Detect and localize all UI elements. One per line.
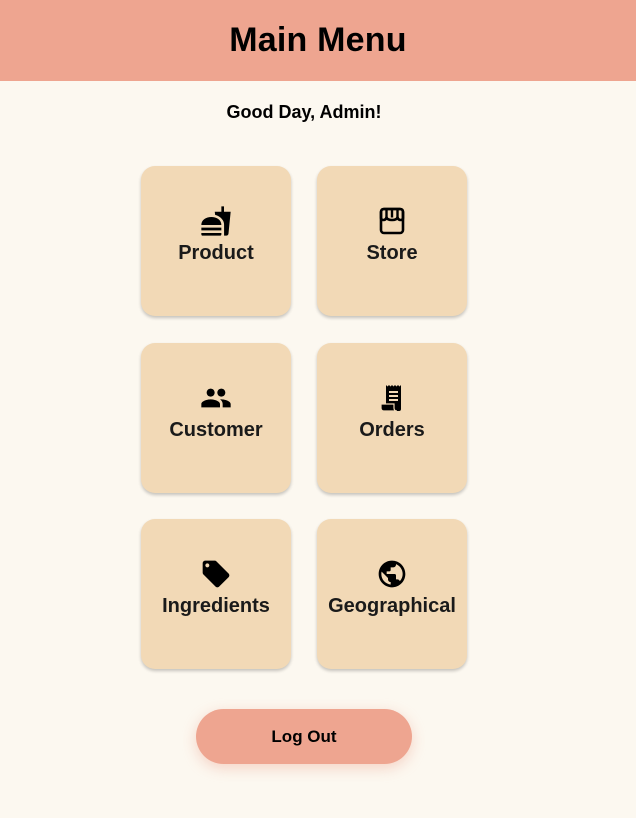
storefront-icon <box>375 204 409 238</box>
menu-tile-label: Product <box>178 242 254 264</box>
globe-icon <box>375 557 409 591</box>
logout-button[interactable]: Log Out <box>196 709 412 764</box>
menu-tile-label: Orders <box>359 419 425 441</box>
greeting-text: Good Day, Admin! <box>226 102 382 122</box>
menu-tile-orders[interactable]: Orders <box>317 343 467 493</box>
menu-tile-geographical[interactable]: Geographical <box>317 519 467 669</box>
menu-tile-product[interactable]: Product <box>141 166 291 316</box>
people-icon <box>199 381 233 415</box>
receipt-icon <box>375 381 409 415</box>
page-title: Main Menu <box>229 21 407 59</box>
fastfood-icon <box>199 204 233 238</box>
menu-tile-ingredients[interactable]: Ingredients <box>141 519 291 669</box>
menu-tile-label: Store <box>366 242 418 264</box>
app-header: Main Menu <box>0 0 636 81</box>
menu-tile-customer[interactable]: Customer <box>141 343 291 493</box>
menu-tile-store[interactable]: Store <box>317 166 467 316</box>
tag-icon <box>199 557 233 591</box>
menu-tile-label: Ingredients <box>162 595 270 617</box>
menu-tile-label: Geographical <box>328 595 456 617</box>
menu-tile-label: Customer <box>169 419 263 441</box>
